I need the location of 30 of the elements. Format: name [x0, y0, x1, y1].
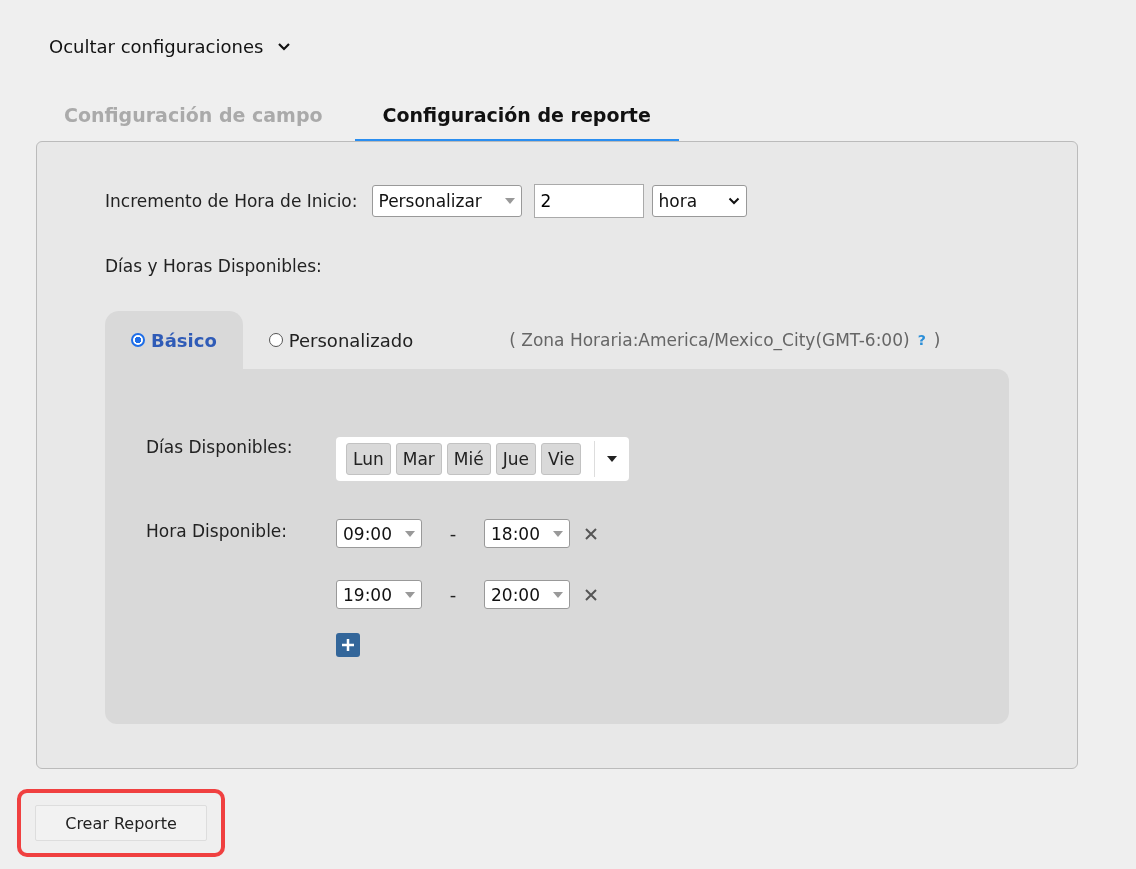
days-picker[interactable]: Lun Mar Mié Jue Vie [336, 437, 630, 481]
unit-select[interactable]: hora [651, 185, 747, 217]
add-icon[interactable] [336, 633, 360, 657]
start-time-select[interactable]: 19:00 [336, 580, 422, 609]
create-report-button[interactable]: Crear Reporte [35, 805, 207, 841]
chevron-icon [277, 41, 292, 52]
mode-tab[interactable]: Personalizado [242, 311, 440, 369]
day-chip[interactable]: Lun [346, 443, 391, 475]
range-separator: - [448, 523, 458, 544]
day-chip[interactable]: Mar [395, 443, 442, 475]
hours-label: Hora Disponible: [146, 521, 289, 541]
end-time-select[interactable]: 20:00 [484, 580, 570, 609]
day-chip[interactable]: Mié [446, 443, 491, 475]
end-time-select[interactable]: 18:00 [484, 519, 570, 548]
day-chip[interactable]: Vie [540, 443, 582, 475]
day-chip[interactable]: Jue [495, 443, 536, 475]
increment-input[interactable]: 2 [533, 184, 644, 218]
close-icon[interactable] [584, 526, 598, 541]
days-label: Días Disponibles: [146, 437, 294, 457]
mode-select[interactable]: Personalizar [371, 185, 522, 217]
mode-tab[interactable]: Básico [105, 311, 243, 369]
start-time-select[interactable]: 09:00 [336, 519, 422, 548]
timezone-text: ( Zona Horaria:America/Mexico_City(GMT-6:00) [509, 330, 910, 350]
range-separator: - [448, 584, 458, 605]
increment-label: Incremento de Hora de Inicio: [105, 191, 358, 211]
hide-settings-toggle[interactable]: Ocultar configuraciones [49, 36, 292, 57]
chevron-icon [727, 197, 740, 205]
availability-label: Días y Horas Disponibles: [105, 256, 323, 276]
close-icon[interactable] [584, 587, 598, 602]
timezone-bracket: ) [933, 330, 941, 350]
